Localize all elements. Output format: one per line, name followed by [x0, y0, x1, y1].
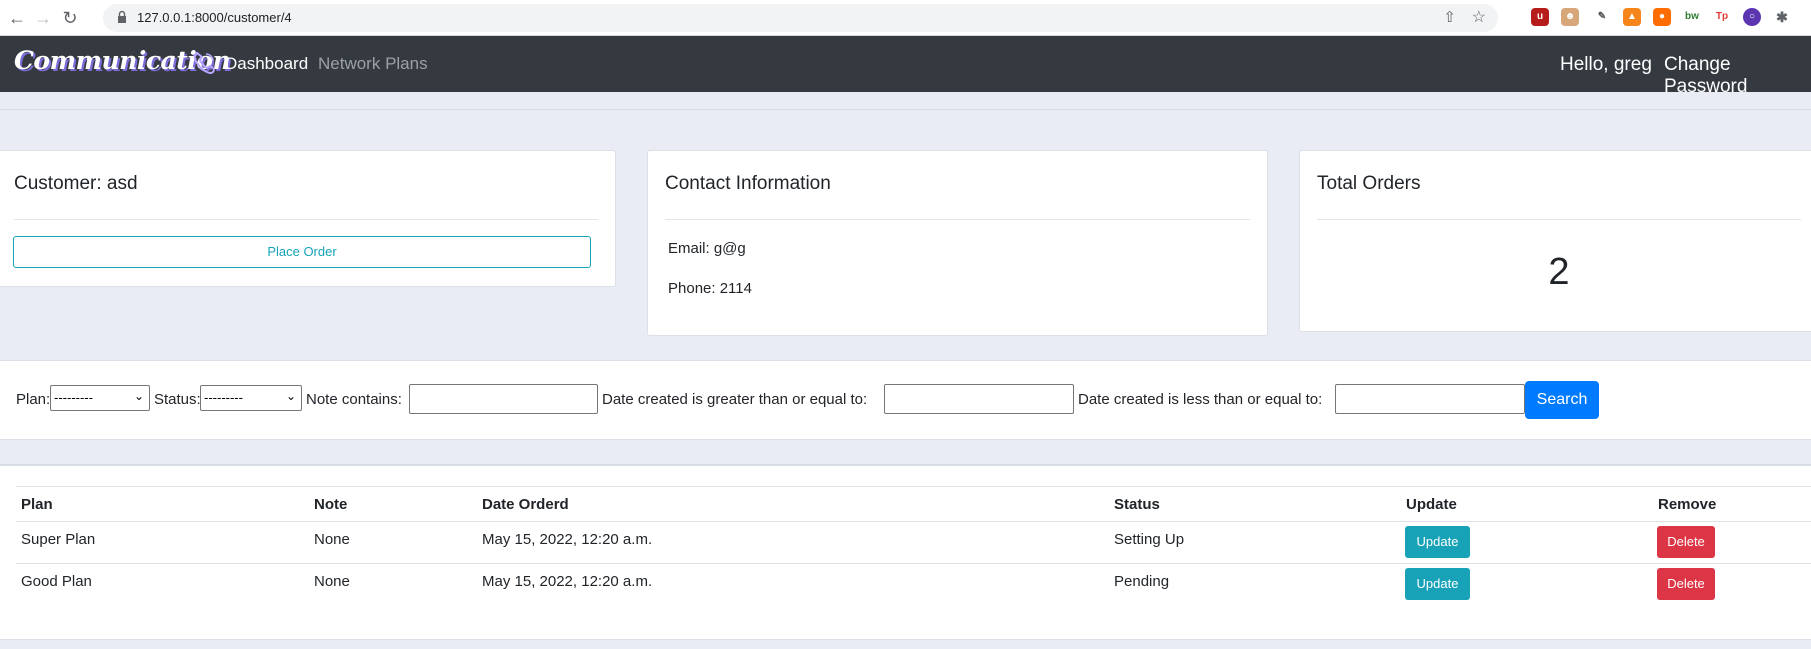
ublock-extension-icon[interactable]: u — [1531, 8, 1549, 26]
delete-button[interactable]: Delete — [1657, 568, 1715, 600]
note-cell: None — [314, 573, 350, 590]
column-header: Update — [1406, 496, 1457, 513]
lock-icon — [118, 10, 126, 23]
date-gte-input[interactable] — [884, 384, 1074, 414]
reload-icon[interactable]: ↻ — [58, 6, 82, 30]
plan-filter-label: Plan: — [16, 391, 51, 408]
bw-extension-icon[interactable]: bw — [1683, 8, 1701, 26]
chevron-down-icon: ⌄ — [285, 389, 296, 403]
circle-extension-icon[interactable]: ○ — [1743, 8, 1761, 26]
search-button[interactable]: Search — [1525, 381, 1599, 419]
plan-cell: Good Plan — [21, 573, 92, 590]
plan-filter-select[interactable]: --------- ⌄ — [50, 385, 150, 411]
column-header: Status — [1114, 496, 1160, 513]
plan-filter-value: --------- — [54, 390, 93, 405]
status-filter-value: --------- — [204, 390, 243, 405]
divider — [14, 219, 598, 220]
page-spacer — [0, 92, 1811, 110]
orders-table-card: Plan Note Date Orderd Status Update Remo… — [0, 465, 1811, 640]
back-icon[interactable]: ← — [5, 6, 29, 30]
face-extension-icon[interactable]: ☻ — [1561, 8, 1579, 26]
contact-phone: Phone: 2114 — [668, 280, 752, 297]
contact-email: Email: g@g — [668, 240, 746, 257]
date-lte-label: Date created is less than or equal to: — [1078, 391, 1323, 408]
column-header: Remove — [1658, 496, 1717, 513]
divider — [1317, 219, 1801, 220]
status-cell: Pending — [1114, 573, 1170, 590]
forward-icon[interactable]: → — [31, 6, 55, 30]
divider — [665, 219, 1250, 220]
dropper-extension-icon[interactable]: ✎ — [1593, 8, 1611, 26]
table-header-row: Plan Note Date Orderd Status Update Remo… — [16, 486, 1811, 521]
date-cell: May 15, 2022, 12:20 a.m. — [482, 573, 653, 590]
contact-title: Contact Information — [665, 173, 831, 194]
update-button[interactable]: Update — [1405, 568, 1470, 600]
nav-dashboard[interactable]: Dashboard — [225, 54, 308, 74]
place-order-button[interactable]: Place Order — [13, 236, 591, 268]
user-greeting: Hello, greg — [1560, 54, 1652, 75]
note-filter-input[interactable] — [409, 384, 598, 414]
column-header: Plan — [21, 496, 53, 513]
page-spacer — [0, 441, 1811, 465]
total-orders-card: Total Orders 2 — [1299, 150, 1811, 332]
status-filter-label: Status: — [154, 391, 201, 408]
customer-card: Customer: asd Place Order — [0, 150, 616, 287]
fire-extension-icon[interactable]: ● — [1653, 8, 1671, 26]
browser-toolbar: ← → ↻ 127.0.0.1:8000/customer/4 ⇧ ☆ u ☻ … — [0, 0, 1811, 36]
url-text[interactable]: 127.0.0.1:8000/customer/4 — [137, 10, 292, 25]
orders-title: Total Orders — [1317, 173, 1421, 194]
table-row: Super Plan None May 15, 2022, 12:20 a.m.… — [16, 521, 1811, 563]
customer-title: Customer: asd — [14, 173, 138, 194]
status-cell: Setting Up — [1114, 531, 1185, 548]
date-gte-label: Date created is greater than or equal to… — [602, 391, 868, 408]
top-navbar: Communication Dashboard Network Plans He… — [0, 36, 1811, 97]
plan-cell: Super Plan — [21, 531, 96, 548]
bookmark-star-icon[interactable]: ☆ — [1472, 7, 1486, 27]
note-cell: None — [314, 531, 350, 548]
note-filter-label: Note contains: — [306, 391, 402, 408]
table-row: Good Plan None May 15, 2022, 12:20 a.m. … — [16, 563, 1811, 605]
column-header: Note — [314, 496, 348, 513]
address-bar[interactable]: 127.0.0.1:8000/customer/4 ⇧ ☆ — [103, 4, 1498, 32]
order-filter-form: Plan: --------- ⌄ Status: --------- ⌄ No… — [0, 360, 1811, 440]
puzzle-extensions-icon[interactable]: ✱ — [1773, 8, 1791, 26]
chevron-down-icon: ⌄ — [133, 389, 144, 403]
update-button[interactable]: Update — [1405, 526, 1470, 558]
delete-button[interactable]: Delete — [1657, 526, 1715, 558]
status-filter-select[interactable]: --------- ⌄ — [200, 385, 302, 411]
share-icon[interactable]: ⇧ — [1443, 8, 1456, 26]
orders-count: 2 — [1548, 251, 1570, 293]
metamask-extension-icon[interactable]: ▲ — [1623, 8, 1641, 26]
date-cell: May 15, 2022, 12:20 a.m. — [482, 531, 653, 548]
column-header: Date Orderd — [482, 496, 569, 513]
phone-icon — [193, 51, 216, 75]
date-lte-input[interactable] — [1335, 384, 1525, 414]
contact-card: Contact Information Email: g@g Phone: 21… — [647, 150, 1268, 336]
nav-network-plans[interactable]: Network Plans — [318, 54, 428, 74]
tp-extension-icon[interactable]: Tp — [1713, 8, 1731, 26]
